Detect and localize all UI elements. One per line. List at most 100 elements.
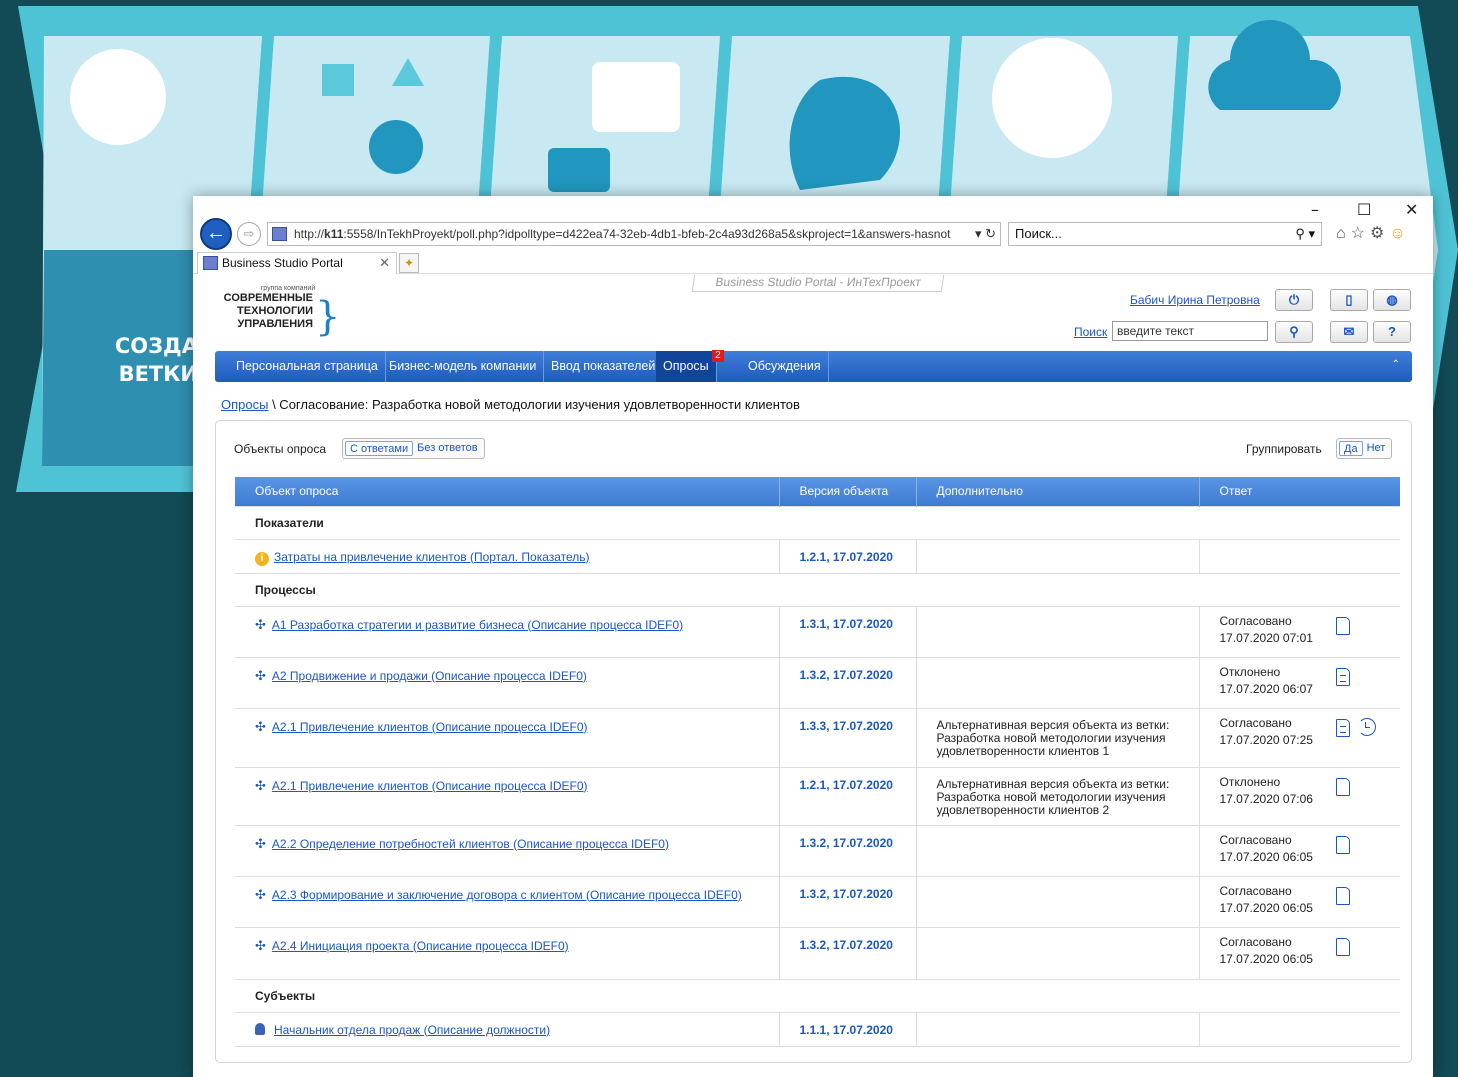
mail-button[interactable]: ✉ bbox=[1330, 321, 1368, 343]
document-filled-icon[interactable] bbox=[1335, 667, 1350, 686]
answer-date: 17.07.2020 06:05 bbox=[1219, 849, 1313, 864]
new-tab-button[interactable]: ✦ bbox=[399, 253, 419, 273]
document-icon[interactable] bbox=[1335, 777, 1350, 796]
menu-item-discussions[interactable]: Обсуждения bbox=[741, 351, 829, 382]
search-link[interactable]: Поиск bbox=[1074, 325, 1107, 339]
history-icon[interactable] bbox=[1357, 717, 1376, 736]
object-link[interactable]: Затраты на привлечение клиентов (Портал.… bbox=[274, 550, 590, 564]
column-header-answer[interactable]: Ответ bbox=[1199, 477, 1400, 506]
site-favicon-icon bbox=[272, 227, 287, 241]
answer-block: Отклонено 17.07.2020 06:07 bbox=[1220, 664, 1381, 698]
main-menu: Персональная страница Бизнес-модель комп… bbox=[215, 350, 1412, 382]
group-title: Показатели bbox=[235, 505, 1400, 539]
browser-search-input[interactable]: Поиск... ⚲ ▾ bbox=[1008, 222, 1322, 246]
answer-block: Отклонено 17.07.2020 07:06 bbox=[1220, 774, 1381, 808]
answer-cell: Согласовано 17.07.2020 07:25 bbox=[1199, 707, 1400, 767]
banner-text-line2: ВЕТКИ bbox=[118, 362, 198, 386]
window-titlebar: – ☐ ✕ bbox=[193, 196, 1433, 219]
object-link[interactable]: А2.1 Привлечение клиентов (Описание проц… bbox=[272, 720, 588, 734]
url-field[interactable]: http://k11:5558/InTekhProyekt/poll.php?i… bbox=[267, 222, 1001, 246]
column-header-extra[interactable]: Дополнительно bbox=[916, 477, 1200, 506]
extra-cell bbox=[916, 824, 1200, 876]
menu-item-indicators-input[interactable]: Ввод показателей bbox=[544, 351, 664, 382]
settings-icon[interactable]: ⚙ bbox=[1370, 225, 1389, 242]
banner-side-text: СОЗДА ВЕТКИ bbox=[108, 332, 198, 388]
portal-title: Business Studio Portal - ИнТехПроект bbox=[691, 275, 945, 292]
column-header-version[interactable]: Версия объекта bbox=[779, 477, 917, 506]
url-rest: :5558/InTekhProyekt/poll.php?idpolltype=… bbox=[343, 227, 951, 241]
menu-item-personal-page[interactable]: Персональная страница bbox=[229, 351, 386, 382]
object-link[interactable]: Начальник отдела продаж (Описание должно… bbox=[274, 1023, 550, 1037]
favorites-icon[interactable]: ☆ bbox=[1351, 225, 1370, 242]
answer-status: Согласовано bbox=[1219, 883, 1292, 898]
tab-bar: Business Studio Portal ✕ ✦ bbox=[193, 248, 1433, 274]
document-icon[interactable] bbox=[1335, 835, 1350, 854]
document-icon[interactable] bbox=[1335, 886, 1350, 905]
document-icon[interactable] bbox=[1335, 616, 1350, 635]
minimize-button[interactable]: – bbox=[1311, 200, 1319, 219]
group-title: Субъекты bbox=[235, 978, 1400, 1012]
maximize-button[interactable]: ☐ bbox=[1357, 200, 1371, 219]
answer-date: 17.07.2020 06:05 bbox=[1219, 900, 1313, 915]
forward-button[interactable]: ⇨ bbox=[237, 222, 261, 246]
breadcrumb-polls-link[interactable]: Опросы bbox=[221, 397, 268, 412]
answers-filter-toggle: С ответами Без ответов bbox=[342, 438, 485, 459]
without-answers-button[interactable]: Без ответов bbox=[413, 441, 481, 456]
group-toggle: Да Нет bbox=[1336, 438, 1393, 459]
answer-status: Согласовано bbox=[1219, 613, 1292, 628]
user-profile-link[interactable]: Бабич Ирина Петровна bbox=[1130, 293, 1260, 307]
version-cell: 1.3.2, 17.07.2020 bbox=[779, 926, 917, 979]
answer-cell bbox=[1199, 538, 1400, 573]
close-window-button[interactable]: ✕ bbox=[1405, 200, 1418, 219]
menu-item-polls[interactable]: Опросы 2 bbox=[656, 350, 724, 382]
logo-line3: УПРАВЛЕНИЯ bbox=[237, 318, 313, 330]
object-link[interactable]: А2.2 Определение потребностей клиентов (… bbox=[272, 837, 669, 851]
back-button[interactable]: ← bbox=[200, 218, 232, 250]
document-filled-icon[interactable] bbox=[1335, 718, 1350, 737]
extra-cell bbox=[916, 605, 1200, 657]
group-no-button[interactable]: Нет bbox=[1363, 441, 1390, 456]
object-link[interactable]: А2.4 Инициация проекта (Описание процесс… bbox=[272, 939, 569, 953]
breadcrumb: Опросы \ Согласование: Разработка новой … bbox=[221, 397, 800, 412]
portal-search-input[interactable]: введите текст bbox=[1112, 321, 1268, 341]
banner-text-line1: СОЗДА bbox=[114, 334, 198, 358]
menu-item-business-model[interactable]: Бизнес-модель компании bbox=[382, 351, 545, 382]
answer-status: Отклонено bbox=[1219, 774, 1281, 789]
table-row: ✣ А2 Продвижение и продажи (Описание проц… bbox=[235, 656, 1400, 708]
with-answers-button[interactable]: С ответами bbox=[345, 441, 414, 456]
object-cell: ✣ А2.4 Инициация проекта (Описание процес… bbox=[235, 926, 780, 979]
version-cell: 1.1.1, 17.07.2020 bbox=[779, 1011, 917, 1047]
object-link[interactable]: А2 Продвижение и продажи (Описание проце… bbox=[272, 669, 587, 683]
menu-collapse-icon[interactable]: ⌃ bbox=[1392, 359, 1400, 370]
group-yes-button[interactable]: Да bbox=[1339, 441, 1363, 456]
object-link[interactable]: А1 Разработка стратегии и развитие бизне… bbox=[272, 618, 683, 632]
object-link[interactable]: А2.3 Формирование и заключение договора … bbox=[272, 888, 742, 902]
answer-cell: Согласовано 17.07.2020 06:05 bbox=[1199, 824, 1400, 876]
version-cell: 1.2.1, 17.07.2020 bbox=[779, 766, 917, 825]
mobile-view-button[interactable]: ▯ bbox=[1330, 289, 1368, 311]
object-cell: ✣ А2.1 Привлечение клиентов (Описание про… bbox=[235, 707, 780, 767]
portal-page: Business Studio Portal - ИнТехПроект гру… bbox=[193, 275, 1433, 1077]
process-icon: ✣ bbox=[255, 835, 266, 851]
close-tab-icon[interactable]: ✕ bbox=[379, 253, 390, 273]
browser-search-placeholder: Поиск... bbox=[1015, 226, 1062, 241]
answer-status: Отклонено bbox=[1219, 664, 1281, 679]
search-icon[interactable]: ⚲ ▾ bbox=[1295, 223, 1315, 245]
extra-cell bbox=[916, 1011, 1200, 1047]
language-button[interactable]: ◍ bbox=[1373, 289, 1411, 311]
object-link[interactable]: А2.1 Привлечение клиентов (Описание проц… bbox=[272, 779, 588, 793]
column-header-object[interactable]: Объект опроса bbox=[235, 477, 780, 506]
smiley-icon[interactable]: ☺ bbox=[1389, 225, 1410, 242]
logout-button[interactable]: ⏻ bbox=[1275, 289, 1313, 311]
table-row: ✣ А2.2 Определение потребностей клиентов … bbox=[235, 824, 1400, 876]
answer-cell: Согласовано 17.07.2020 06:05 bbox=[1199, 875, 1400, 927]
reload-icon[interactable]: ▾ ↻ bbox=[975, 223, 996, 245]
browser-tab[interactable]: Business Studio Portal ✕ bbox=[197, 252, 397, 274]
help-button[interactable]: ? bbox=[1373, 321, 1411, 343]
logo-small-text: группа компаний bbox=[260, 285, 316, 292]
portal-search-button[interactable]: ⚲ bbox=[1275, 321, 1313, 343]
document-icon[interactable] bbox=[1335, 937, 1350, 956]
home-icon[interactable]: ⌂ bbox=[1336, 225, 1351, 242]
mail-icon: ✉ bbox=[1343, 324, 1355, 339]
answer-cell: Отклонено 17.07.2020 06:07 bbox=[1199, 656, 1400, 708]
